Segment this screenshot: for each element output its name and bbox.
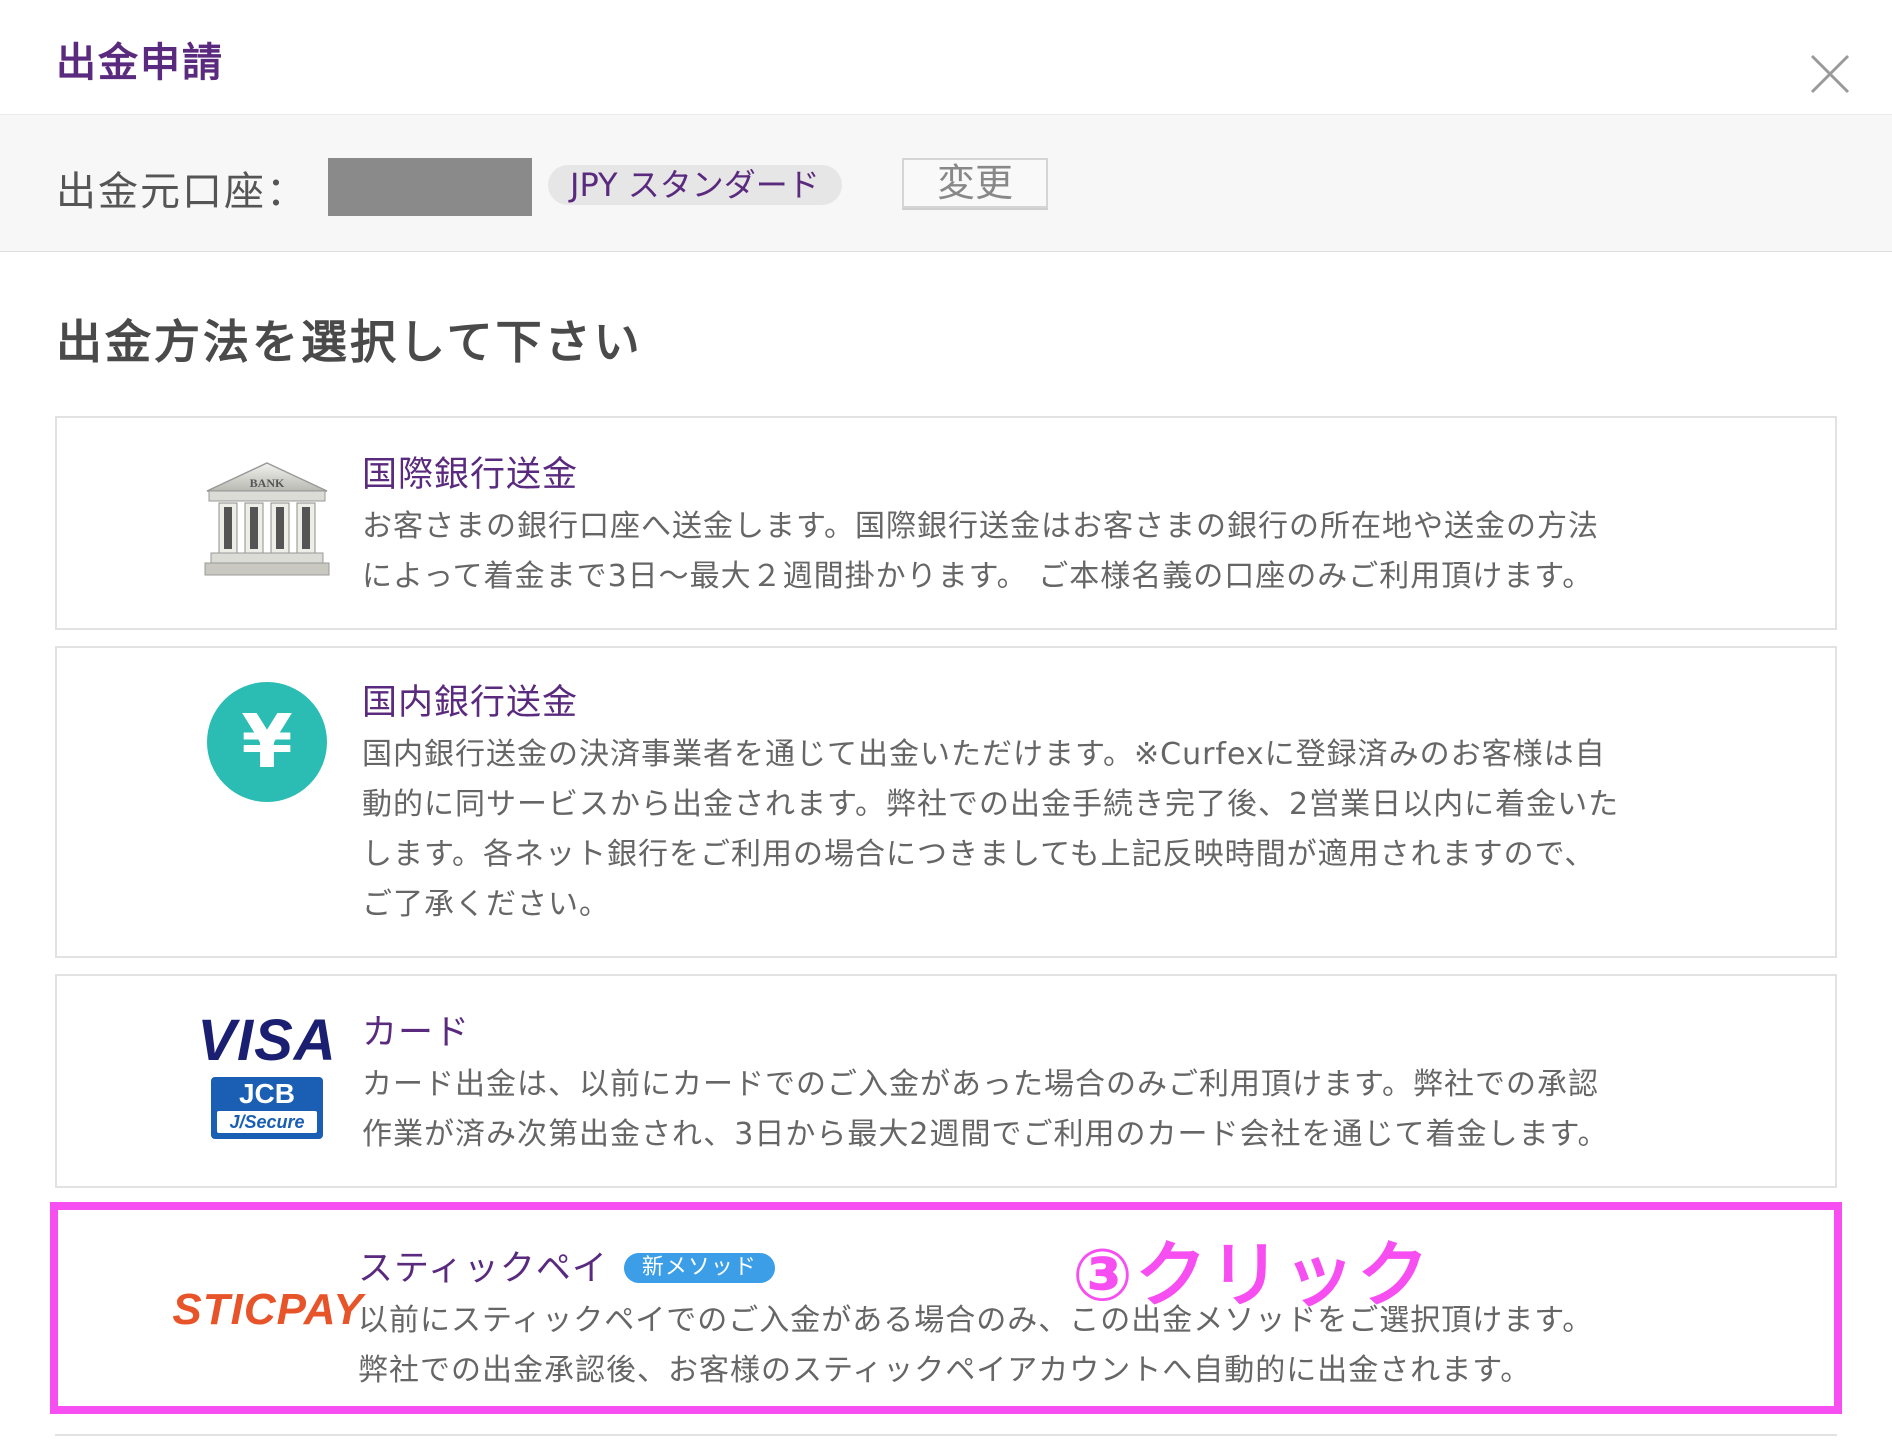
desc-line: 作業が済み次第出金され、3日から最大2週間でご利用のカード会社を通じて着金します… [362, 1117, 1609, 1152]
jsecure-text: J/Secure [217, 1111, 317, 1133]
desc-line: 弊社での出金承認後、お客様のスティックペイアカウントへ自動的に出金されます。 [358, 1353, 1532, 1388]
sticpay-logo-text: STICPAY [172, 1285, 364, 1334]
change-account-button[interactable]: 変更 [902, 158, 1048, 208]
method-sticpay[interactable]: STICPAY スティックペイ 新メソッド 以前にスティックペイでのご入金がある場… [50, 1202, 1842, 1414]
method-name: 国内銀行送金 [362, 683, 579, 723]
desc-line: 国内銀行送金の決済事業者を通じて出金いただけます。※Curfexに登録済みのお客… [362, 737, 1606, 772]
jcb-logo: JCB J/Secure [211, 1077, 323, 1139]
method-description: 国内銀行送金の決済事業者を通じて出金いただけます。※Curfexに登録済みのお客… [362, 730, 1832, 930]
desc-line: カード出金は、以前にカードでのご入金があった場合のみご利用頂けます。弊社での承認 [362, 1067, 1599, 1102]
click-annotation: ③クリック [1072, 1233, 1431, 1317]
card-brands-icon: VISA JCB J/Secure [137, 1000, 397, 1150]
source-account-label: 出金元口座： [56, 169, 308, 215]
modal-title: 出金申請 [56, 40, 224, 86]
method-name: カード [362, 1013, 471, 1053]
close-icon[interactable] [1808, 52, 1852, 96]
account-type-tag: JPY スタンダード [548, 165, 842, 205]
source-account-bar: 出金元口座： JPY スタンダード 変更 [0, 115, 1892, 252]
visa-logo: VISA [197, 1008, 337, 1073]
method-name-row: スティックペイ 新メソッド [358, 1240, 775, 1291]
account-number-redacted [328, 158, 532, 216]
method-name: 国際銀行送金 [362, 455, 579, 495]
desc-line: 動的に同サービスから出金されます。弊社での出金手続き完了後、2営業日以内に着金い… [362, 787, 1620, 822]
method-international-bank-transfer[interactable]: BANK 国際銀行送金 お客さまの銀行口座へ送金します。国際銀行送金はお客さまの… [55, 416, 1837, 630]
yen-icon: ¥ [137, 680, 397, 804]
method-domestic-bank-transfer[interactable]: ¥ 国内銀行送金 国内銀行送金の決済事業者を通じて出金いただけます。※Curfe… [55, 646, 1837, 958]
desc-line: お客さまの銀行口座へ送金します。国際銀行送金はお客さまの銀行の所在地や送金の方法 [362, 509, 1599, 544]
jcb-text: JCB [238, 1078, 295, 1109]
modal-header: 出金申請 [0, 0, 1892, 115]
method-description: お客さまの銀行口座へ送金します。国際銀行送金はお客さまの銀行の所在地や送金の方法… [362, 502, 1832, 602]
method-card[interactable]: VISA JCB J/Secure カード カード出金は、以前にカードでのご入金… [55, 974, 1837, 1188]
next-method-card-edge [55, 1434, 1837, 1456]
desc-line: します。各ネット銀行をご利用の場合につきましても上記反映時間が適用されますので、 [362, 837, 1596, 872]
bank-icon-text: BANK [250, 476, 285, 490]
desc-line: によって着金まで3日〜最大２週間掛かります。 ご本様名義の口座のみご利用頂けます… [362, 559, 1594, 594]
yen-icon-text: ¥ [241, 699, 293, 785]
section-title: 出金方法を選択して下さい [56, 315, 643, 369]
method-name: スティックペイ [358, 1249, 608, 1289]
new-method-badge: 新メソッド [623, 1253, 775, 1283]
bank-icon: BANK [137, 454, 397, 584]
desc-line: ご了承ください。 [362, 887, 610, 922]
method-description: カード出金は、以前にカードでのご入金があった場合のみご利用頂けます。弊社での承認… [362, 1060, 1832, 1160]
